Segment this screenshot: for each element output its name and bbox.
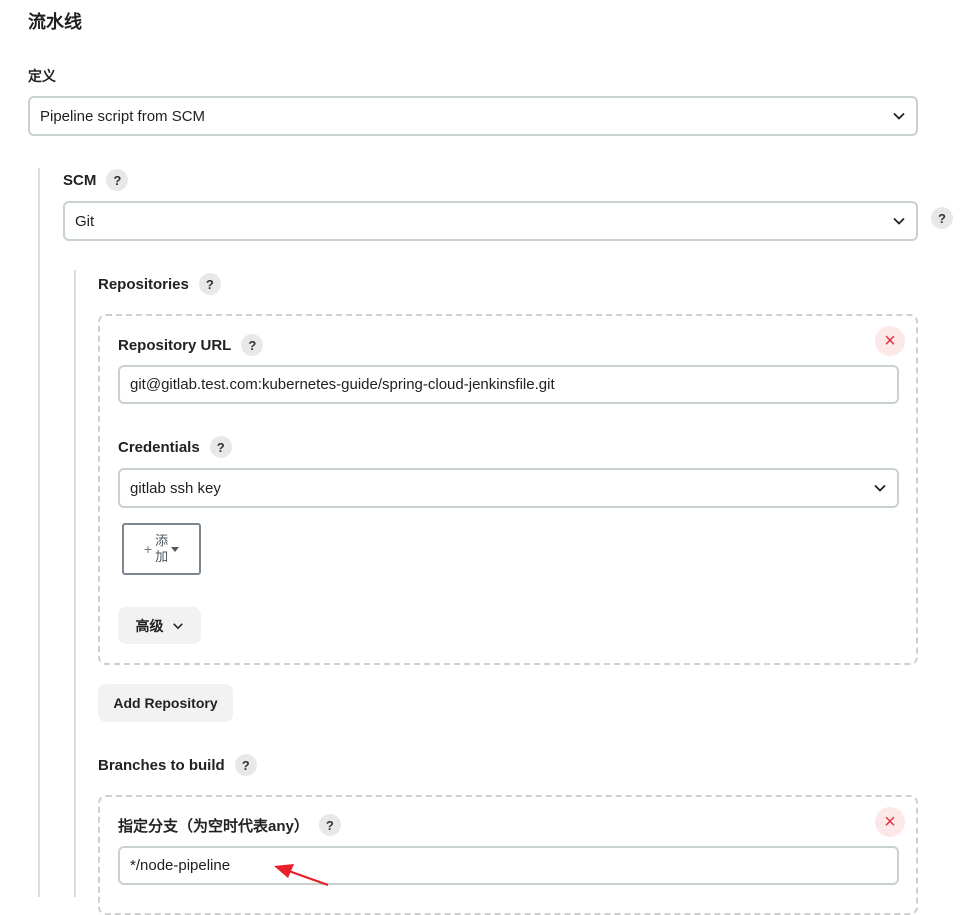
- branches-label: Branches to build: [98, 756, 225, 774]
- definition-select[interactable]: Pipeline script from SCM: [28, 96, 918, 136]
- definition-value: Pipeline script from SCM: [40, 107, 206, 125]
- repositories-label-row: Repositories ?: [98, 273, 221, 295]
- branch-specifier-help-icon[interactable]: ?: [318, 814, 341, 836]
- scm-select[interactable]: Git: [63, 201, 918, 241]
- repositories-label: Repositories: [98, 275, 189, 293]
- git-nesting-line: [74, 270, 76, 897]
- scm-value: Git: [75, 212, 95, 230]
- chevron-down-icon: [172, 622, 183, 629]
- branches-label-row: Branches to build ?: [98, 754, 257, 776]
- repository-url-help-icon[interactable]: ?: [241, 334, 264, 356]
- scm-help-icon[interactable]: ?: [106, 169, 129, 191]
- add-repository-button[interactable]: Add Repository: [98, 684, 233, 722]
- repository-url-label-row: Repository URL ?: [118, 334, 264, 356]
- add-credentials-button[interactable]: + 添 加: [122, 523, 201, 575]
- section-title: 流水线: [28, 12, 82, 32]
- repositories-help-icon[interactable]: ?: [198, 273, 221, 295]
- scm-type-help-icon[interactable]: ?: [931, 207, 953, 229]
- chevron-down-icon: [893, 217, 905, 225]
- advanced-button[interactable]: 高级: [118, 607, 201, 644]
- add-credentials-label: 添 加: [155, 533, 169, 564]
- repository-url-input[interactable]: [118, 365, 899, 404]
- credentials-value: gitlab ssh key: [130, 479, 221, 497]
- branch-specifier-label: 指定分支（为空时代表any）: [118, 817, 309, 835]
- definition-label: 定义: [28, 68, 56, 84]
- credentials-select[interactable]: gitlab ssh key: [118, 468, 899, 508]
- branch-specifier-input[interactable]: [118, 846, 899, 885]
- scm-label-row: SCM ?: [63, 169, 129, 191]
- remove-branch-button[interactable]: ×: [875, 807, 905, 837]
- scm-label: SCM: [63, 171, 97, 189]
- credentials-help-icon[interactable]: ?: [209, 436, 232, 458]
- branches-help-icon[interactable]: ?: [234, 754, 257, 776]
- chevron-down-icon: [893, 112, 905, 120]
- credentials-label-row: Credentials ?: [118, 436, 232, 458]
- scm-nesting-line: [38, 168, 40, 897]
- credentials-label: Credentials: [118, 438, 200, 456]
- advanced-label: 高级: [135, 617, 164, 634]
- caret-down-icon: [171, 546, 180, 552]
- remove-repository-button[interactable]: ×: [875, 326, 905, 356]
- annotation-arrow-icon: [274, 864, 329, 887]
- plus-icon: +: [143, 541, 153, 557]
- branch-specifier-label-row: 指定分支（为空时代表any） ?: [118, 814, 341, 836]
- repository-url-label: Repository URL: [118, 336, 232, 354]
- chevron-down-icon: [874, 484, 886, 492]
